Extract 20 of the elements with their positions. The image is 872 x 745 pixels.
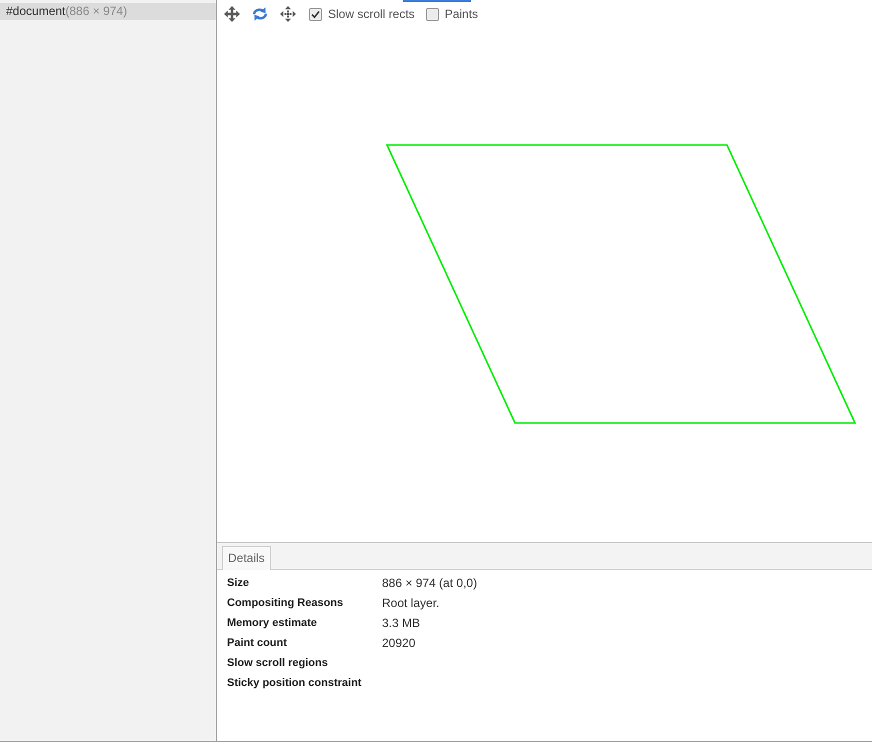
rotate-icon[interactable] (252, 6, 268, 22)
property-value: 20920 (382, 636, 416, 650)
property-label: Memory estimate (227, 617, 317, 629)
checkbox-label[interactable]: Slow scroll rects (328, 7, 415, 21)
tree-item[interactable]: #document(886 × 974) (0, 3, 216, 20)
selection-underline (403, 0, 471, 2)
property-label: Sticky position constraint (227, 677, 362, 689)
property-label: Compositing Reasons (227, 597, 344, 609)
checkbox[interactable] (426, 8, 439, 20)
property-label: Slow scroll regions (227, 657, 328, 669)
property-label: Size (227, 577, 250, 589)
dotted-move-icon[interactable] (280, 6, 296, 22)
property-value: Root layer. (382, 596, 440, 610)
checkbox-label[interactable]: Paints (444, 7, 478, 21)
property-label: Paint count (227, 637, 287, 649)
details-tab[interactable]: Details (222, 546, 271, 570)
property-value: 886 × 974 (at 0,0) (382, 576, 478, 590)
property-value: 3.3 MB (382, 616, 420, 630)
checkbox[interactable] (309, 8, 322, 20)
move-icon[interactable] (224, 6, 240, 22)
